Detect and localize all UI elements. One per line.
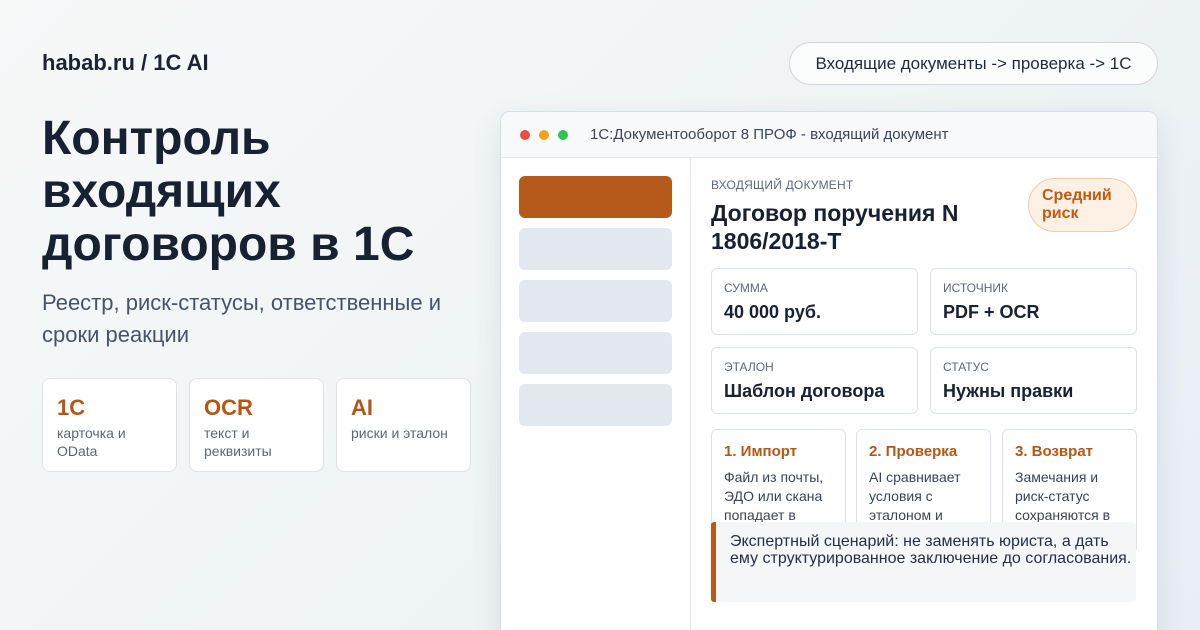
maximize-window-icon[interactable] [558,129,568,140]
sidebar-item-active[interactable] [519,176,672,218]
feature-card-ocr: OCR текст и реквизиты [189,378,324,472]
step-title: 3. Возврат [1015,443,1094,460]
field-label: СТАТУС [943,360,989,374]
field-source: ИСТОЧНИК PDF + OCR [930,268,1137,335]
doc-title: Договор поручения N 1806/2018-Т [711,200,959,254]
sidebar-item[interactable] [519,384,672,426]
field-value: Шаблон договора [724,381,885,401]
sidebar-item[interactable] [519,228,672,270]
brand-title: habab.ru / 1C AI [42,50,209,75]
feature-desc: риски и эталон [351,425,448,441]
feature-title: OCR [204,395,253,420]
step-title: 1. Импорт [724,443,798,460]
sidebar [501,158,691,630]
app-window: 1С:Документооборот 8 ПРОФ - входящий док… [500,111,1158,630]
field-sum: СУММА 40 000 руб. [711,268,918,335]
field-status: СТАТУС Нужны правки [930,347,1137,414]
window-titlebar: 1С:Документооборот 8 ПРОФ - входящий док… [501,112,1157,158]
hero-subtitle: Реестр, риск-статусы, ответственные и ср… [42,290,441,347]
feature-desc: текст и реквизиты [204,425,272,459]
field-label: ИСТОЧНИК [943,281,1009,295]
field-label: ЭТАЛОН [724,360,774,374]
feature-desc: карточка и OData [57,425,126,459]
doc-kicker: ВХОДЯЩИЙ ДОКУМЕНТ [711,178,854,192]
field-value: PDF + OCR [943,302,1040,322]
field-template: ЭТАЛОН Шаблон договора [711,347,918,414]
feature-card-1c: 1C карточка и OData [42,378,177,472]
sidebar-item[interactable] [519,280,672,322]
window-title: 1С:Документооборот 8 ПРОФ - входящий док… [590,126,949,143]
minimize-window-icon[interactable] [539,129,549,140]
flow-pill: Входящие документы -> проверка -> 1С [789,42,1158,85]
field-value: 40 000 руб. [724,302,821,322]
field-label: СУММА [724,281,768,295]
risk-status-badge: Средний риск [1028,178,1137,232]
step-title: 2. Проверка [869,443,958,460]
feature-title: 1C [57,395,86,420]
hero-title: Контроль входящих договоров в 1С [42,112,415,271]
feature-cards: 1C карточка и OData OCR текст и реквизит… [42,378,471,472]
field-value: Нужны правки [943,381,1074,401]
feature-title: AI [351,395,373,420]
feature-card-ai: AI риски и эталон [336,378,471,472]
close-window-icon[interactable] [520,129,530,140]
expert-note: Экспертный сценарий: не заменять юриста,… [711,522,1136,602]
sidebar-item[interactable] [519,332,672,374]
